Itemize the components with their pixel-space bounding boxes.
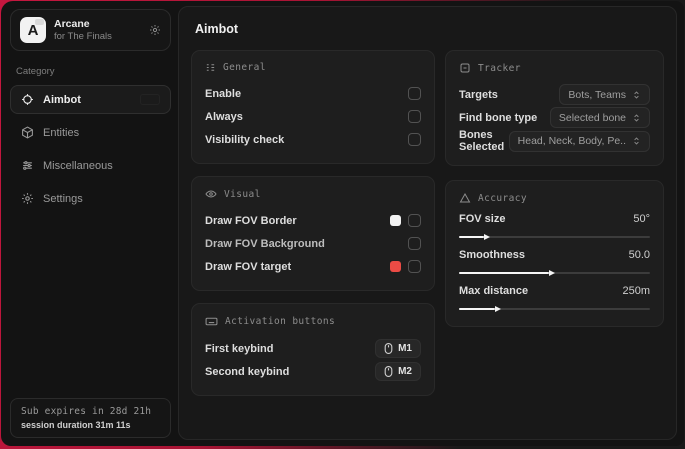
general-card: General Enable Always Visibility check — [191, 50, 435, 164]
setting-row-visibility-check: Visibility check — [205, 128, 421, 151]
always-checkbox[interactable] — [408, 110, 421, 123]
gear-icon — [21, 192, 34, 205]
card-title: Accuracy — [478, 192, 527, 204]
targets-dropdown[interactable]: Bots, Teams — [559, 84, 650, 105]
tracker-card: Tracker Targets Bots, Teams Find bone ty… — [445, 50, 664, 166]
card-title: General — [223, 62, 266, 73]
setting-row-second-keybind: Second keybind M2 — [205, 360, 421, 383]
app-window: A Arcane for The Finals Category Aimbot — [1, 1, 684, 446]
setting-row-draw-fov-target: Draw FOV target — [205, 255, 421, 278]
subscription-card: Sub expires in 28d 21h session duration … — [10, 398, 171, 438]
subscription-expiry: Sub expires in 28d 21h — [21, 406, 152, 417]
page-title: Aimbot — [195, 22, 239, 36]
accuracy-card: Accuracy FOV size 50° Smoothness 50.0 Ma… — [445, 180, 664, 327]
app-subtitle: for The Finals — [54, 30, 112, 42]
keyboard-icon — [205, 315, 218, 328]
gear-icon[interactable] — [149, 24, 161, 36]
fov-size-slider[interactable] — [459, 233, 650, 240]
sidebar-item-label: Entities — [43, 126, 80, 139]
sidebar-item-settings[interactable]: Settings — [10, 184, 171, 213]
app-logo: A — [20, 17, 46, 43]
grid-icon — [205, 62, 216, 73]
fov-border-color-swatch[interactable] — [390, 215, 401, 226]
chevrons-up-down-icon — [632, 136, 641, 146]
setting-row-enable: Enable — [205, 82, 421, 105]
session-duration: session duration 31m 11s — [21, 420, 131, 430]
visibility-check-checkbox[interactable] — [408, 133, 421, 146]
triangle-icon — [459, 192, 471, 204]
setting-row-always: Always — [205, 105, 421, 128]
sidebar-nav: Aimbot Entities Miscellaneous Settings — [10, 85, 171, 213]
profile-card[interactable]: A Arcane for The Finals — [10, 9, 171, 51]
find-bone-type-dropdown[interactable]: Selected bone — [549, 107, 650, 128]
draw-fov-border-checkbox[interactable] — [408, 214, 421, 227]
draw-fov-background-checkbox[interactable] — [408, 237, 421, 250]
setting-row-bones-selected: Bones Selected Head, Neck, Body, Pe.. — [459, 129, 650, 153]
sidebar-item-label: Miscellaneous — [43, 159, 113, 172]
card-title: Tracker — [478, 62, 521, 74]
setting-row-first-keybind: First keybind M1 — [205, 337, 421, 360]
smoothness-slider[interactable] — [459, 269, 650, 276]
card-title: Activation buttons — [225, 316, 336, 327]
enable-checkbox[interactable] — [408, 87, 421, 100]
card-title: Visual — [224, 188, 261, 200]
setting-group-max-distance: Max distance 250m — [459, 285, 650, 312]
box-icon — [21, 126, 34, 139]
sidebar-item-label: Aimbot — [43, 93, 81, 106]
max-distance-value: 250m — [622, 285, 650, 297]
keybind-hint-badge — [140, 94, 160, 105]
second-keybind-button[interactable]: M2 — [375, 362, 421, 381]
category-label: Category — [16, 66, 55, 77]
mouse-icon — [384, 366, 393, 377]
chevrons-up-down-icon — [632, 90, 641, 100]
first-keybind-button[interactable]: M1 — [375, 339, 421, 358]
setting-row-draw-fov-border: Draw FOV Border — [205, 209, 421, 232]
setting-group-fov-size: FOV size 50° — [459, 213, 650, 240]
sidebar-item-aimbot[interactable]: Aimbot — [10, 85, 171, 114]
sliders-icon — [21, 159, 34, 172]
main-panel: Aimbot General Enable Always Visibility … — [178, 6, 677, 440]
app-name: Arcane — [54, 18, 90, 30]
mouse-icon — [384, 343, 393, 354]
fov-target-color-swatch[interactable] — [390, 261, 401, 272]
visual-card: Visual Draw FOV Border Draw FOV Backgrou… — [191, 176, 435, 291]
setting-row-draw-fov-background: Draw FOV Background — [205, 232, 421, 255]
sidebar-item-label: Settings — [43, 192, 83, 205]
sidebar: A Arcane for The Finals Category Aimbot — [1, 1, 177, 446]
crosshair-icon — [21, 93, 34, 106]
fov-size-value: 50° — [633, 213, 650, 225]
max-distance-slider[interactable] — [459, 305, 650, 312]
bones-selected-dropdown[interactable]: Head, Neck, Body, Pe.. — [508, 130, 650, 152]
eye-icon — [205, 188, 217, 200]
setting-group-smoothness: Smoothness 50.0 — [459, 249, 650, 276]
smoothness-value: 50.0 — [628, 249, 650, 261]
draw-fov-target-checkbox[interactable] — [408, 260, 421, 273]
sidebar-item-miscellaneous[interactable]: Miscellaneous — [10, 151, 171, 180]
activation-buttons-card: Activation buttons First keybind M1 Seco… — [191, 303, 435, 396]
sidebar-item-entities[interactable]: Entities — [10, 118, 171, 147]
chevrons-up-down-icon — [632, 113, 641, 123]
setting-row-targets: Targets Bots, Teams — [459, 83, 650, 106]
setting-row-find-bone-type: Find bone type Selected bone — [459, 106, 650, 129]
scan-icon — [459, 62, 471, 74]
